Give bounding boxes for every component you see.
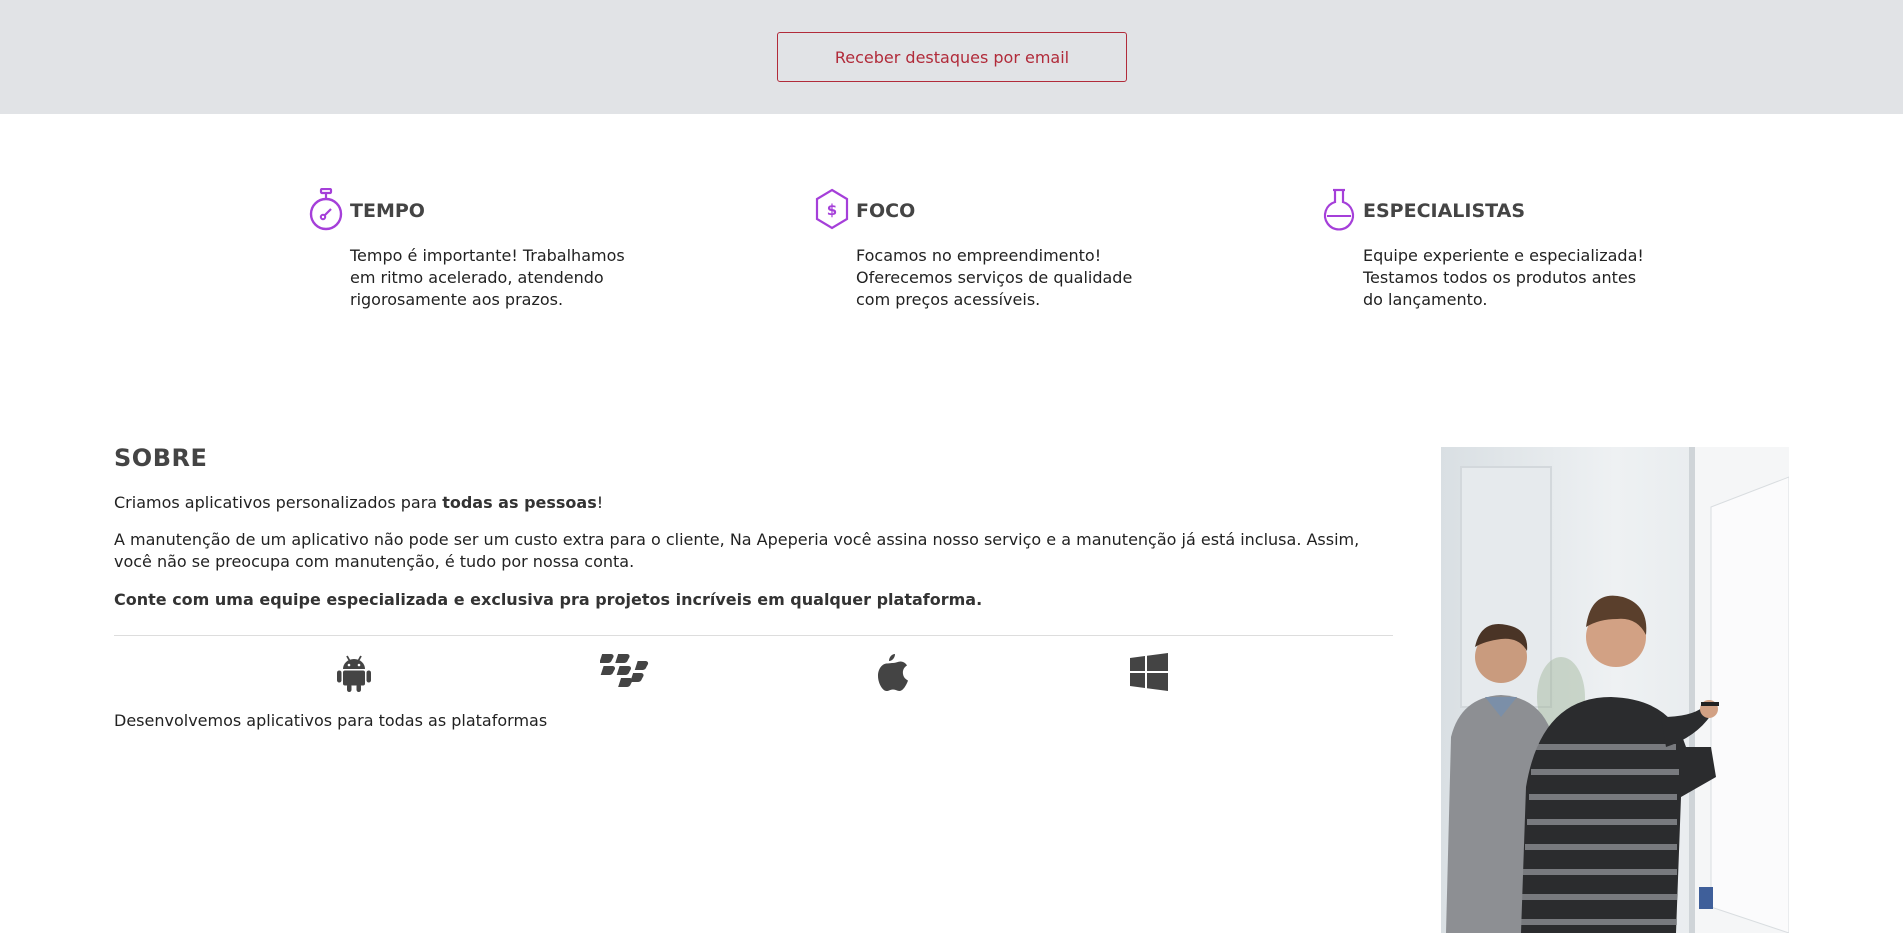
feature-description: Focamos no empreendimento! Oferecemos se… bbox=[856, 245, 1146, 311]
about-paragraph: A manutenção de um aplicativo não pode s… bbox=[114, 530, 1360, 571]
receive-highlights-email-button[interactable]: Receber destaques por email bbox=[777, 32, 1127, 82]
svg-text:$: $ bbox=[827, 201, 837, 219]
feature-line: Testamos todos os produtos antes bbox=[1363, 268, 1637, 287]
feature-title: FOCO bbox=[856, 200, 916, 222]
about-title: SOBRE bbox=[114, 444, 208, 472]
about-highlight: Conte com uma equipe especializada e exc… bbox=[114, 590, 983, 609]
windows-icon bbox=[1130, 653, 1168, 691]
about-intro-emphasis: todas as pessoas bbox=[442, 493, 597, 512]
feature-title: TEMPO bbox=[350, 200, 425, 222]
feature-line: Oferecemos serviços de qualidade bbox=[856, 268, 1133, 287]
feature-line: do lançamento. bbox=[1363, 290, 1488, 309]
stopwatch-icon bbox=[309, 188, 343, 231]
apple-icon bbox=[878, 654, 908, 691]
about-intro: Criamos aplicativos personalizados para … bbox=[114, 492, 1414, 514]
feature-line: Equipe experiente e especializada! bbox=[1363, 246, 1644, 265]
feature-description: Equipe experiente e especializada! Testa… bbox=[1363, 245, 1653, 311]
feature-title: ESPECIALISTAS bbox=[1363, 200, 1526, 222]
feature-line: Tempo é importante! Trabalhamos bbox=[350, 246, 625, 265]
flask-icon bbox=[1323, 188, 1355, 231]
about-intro-suffix: ! bbox=[596, 493, 604, 512]
feature-line: em ritmo acelerado, atendendo bbox=[350, 268, 604, 287]
team-photo bbox=[1441, 447, 1789, 933]
about-intro-text: Criamos aplicativos personalizados para bbox=[114, 493, 443, 512]
feature-line: Focamos no empreendimento! bbox=[856, 246, 1102, 265]
blackberry-icon bbox=[600, 654, 649, 687]
feature-description: Tempo é importante! Trabalhamos em ritmo… bbox=[350, 245, 640, 311]
feature-line: rigorosamente aos prazos. bbox=[350, 290, 564, 309]
newsletter-banner: Receber destaques por email bbox=[0, 0, 1903, 114]
section-divider bbox=[114, 635, 1393, 636]
platforms-caption: Desenvolvemos aplicativos para todas as … bbox=[114, 711, 548, 730]
dollar-hexagon-icon: $ bbox=[815, 188, 849, 230]
android-icon bbox=[337, 655, 371, 692]
feature-line: com preços acessíveis. bbox=[856, 290, 1041, 309]
team-photo-illustration bbox=[1441, 447, 1789, 933]
